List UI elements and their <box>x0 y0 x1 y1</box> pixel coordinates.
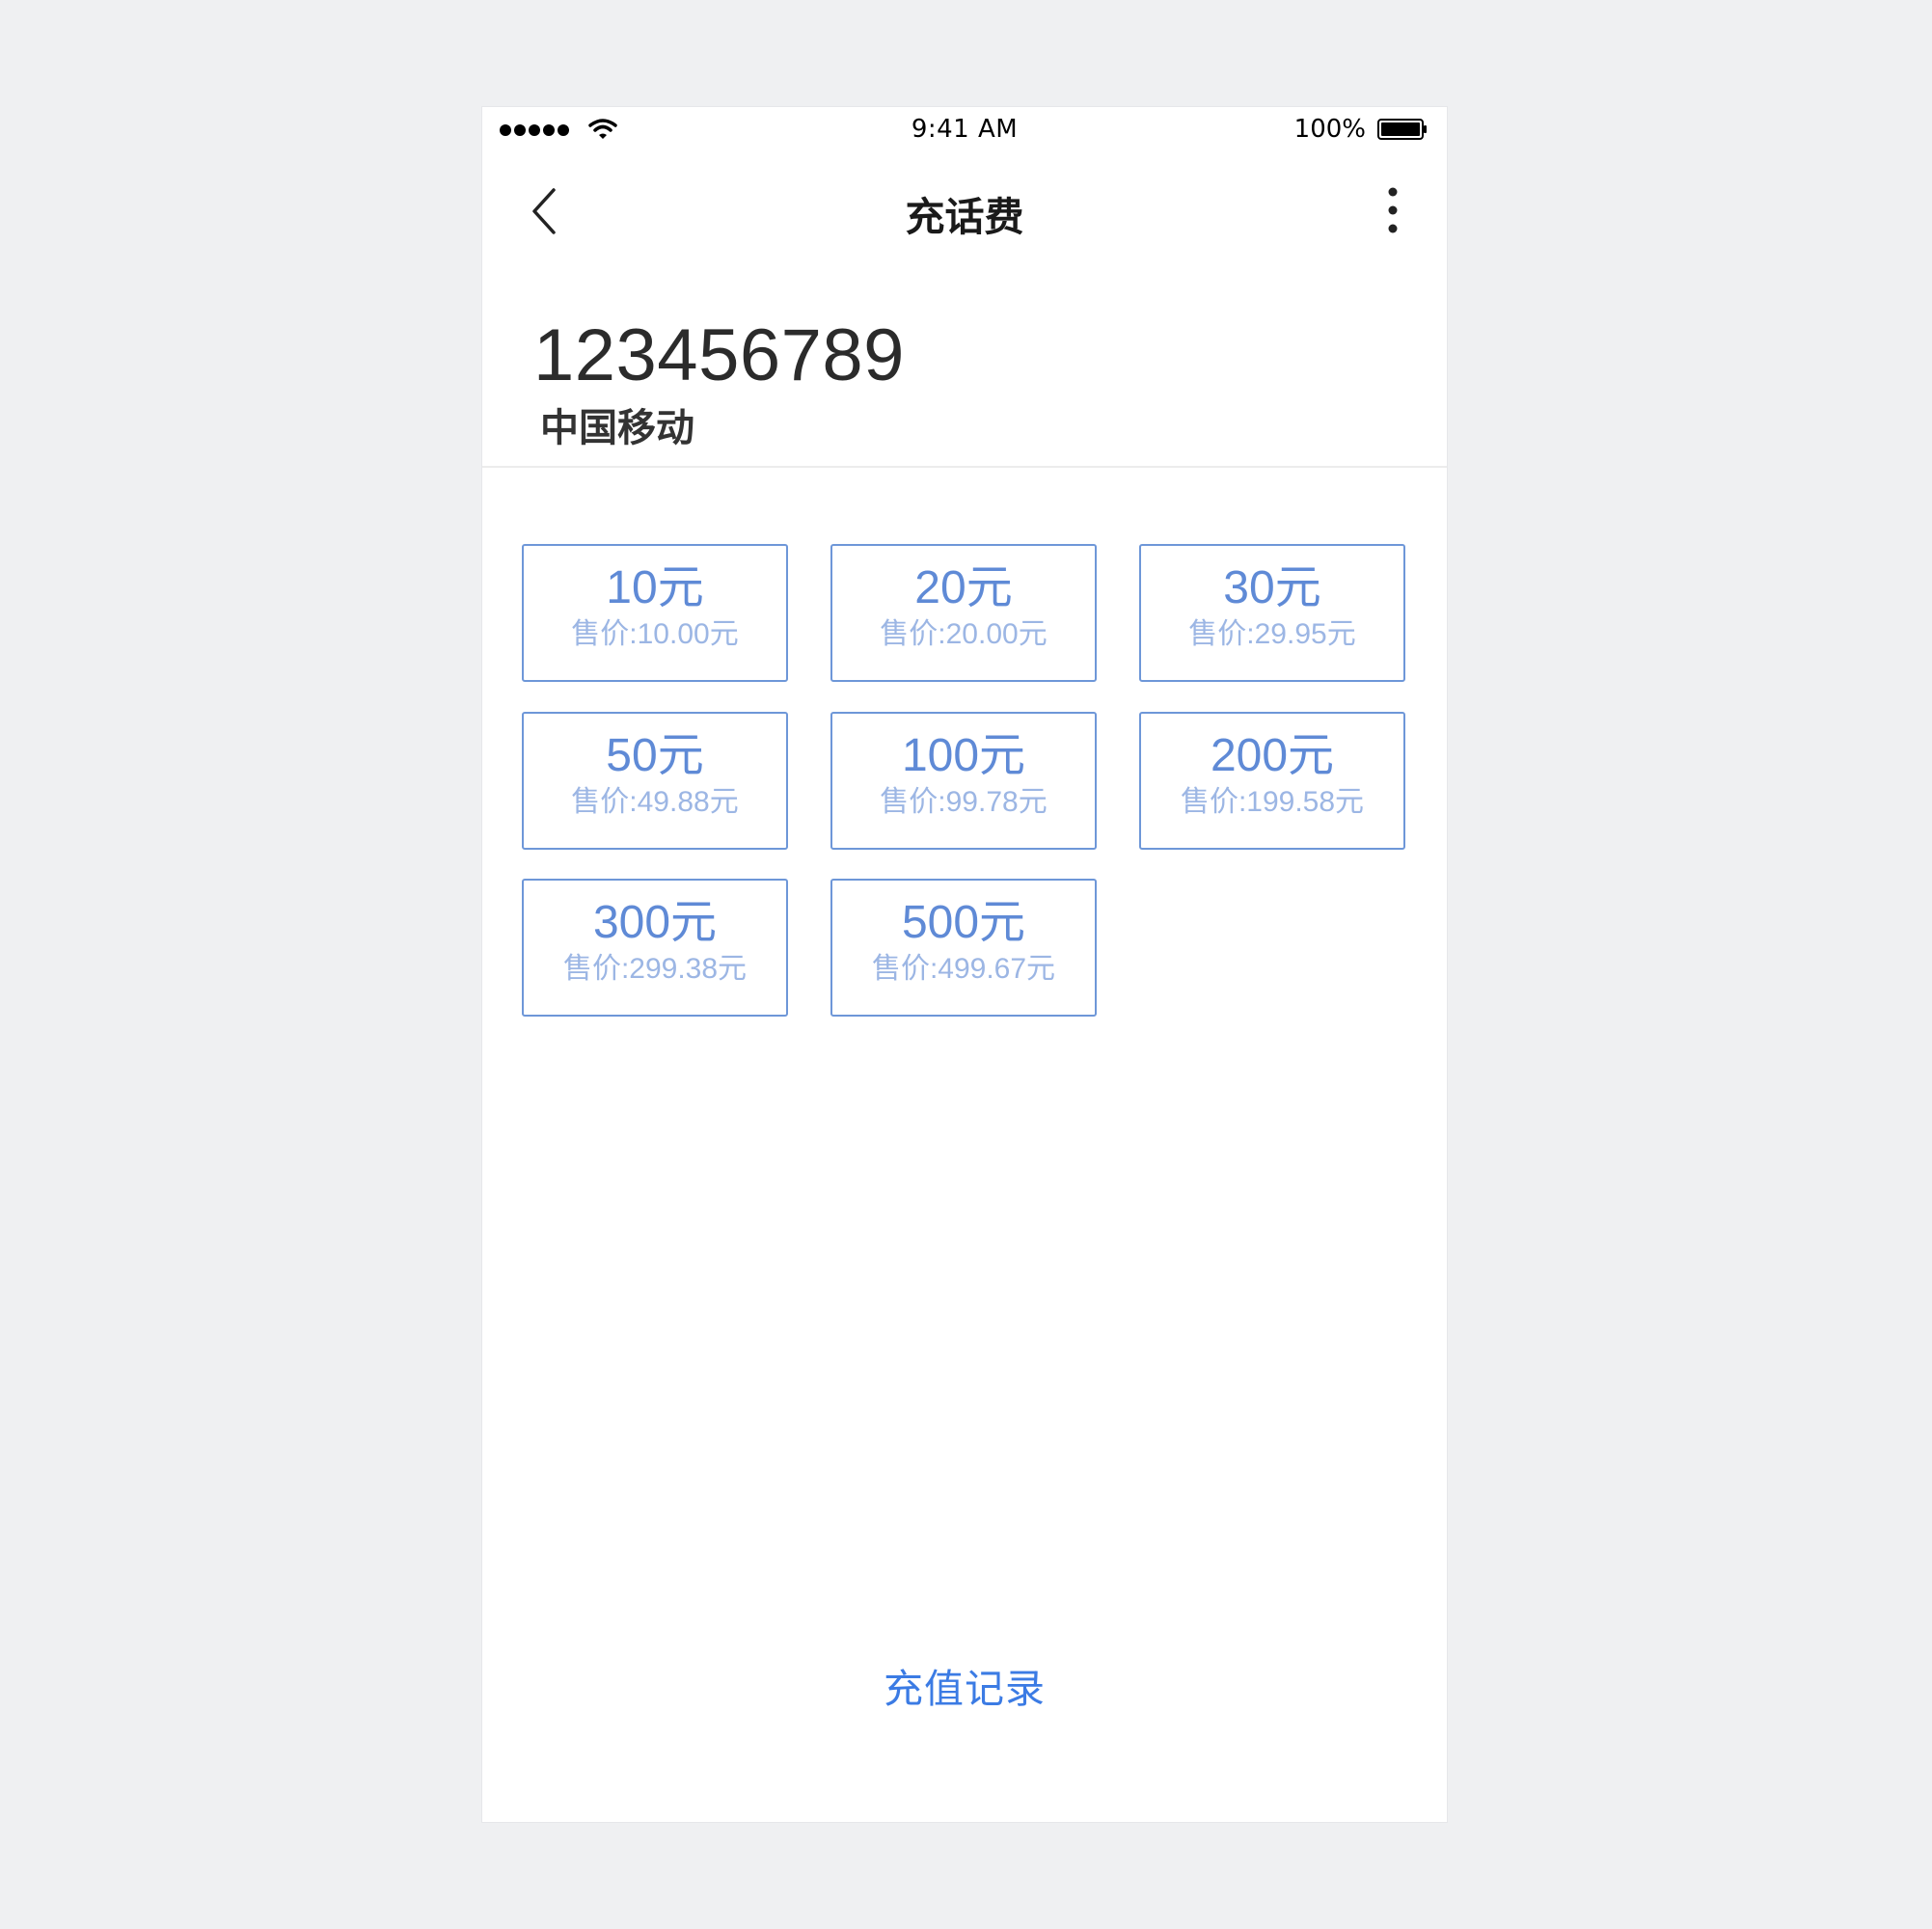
plan-sale-price: 售价:499.67元 <box>871 953 1056 985</box>
plan-option[interactable]: 50元 售价:49.88元 <box>522 712 788 850</box>
nav-bar: 充话费 <box>482 153 1447 269</box>
recharge-history-link[interactable]: 充值记录 <box>482 1656 1447 1714</box>
plan-option[interactable]: 20元 售价:20.00元 <box>830 544 1097 682</box>
plan-face-value: 500元 <box>901 897 1026 948</box>
account-header: 123456789 中国移动 <box>482 300 1447 468</box>
plan-option[interactable]: 200元 售价:199.58元 <box>1139 712 1405 850</box>
phone-number: 123456789 <box>533 314 905 396</box>
plan-face-value: 50元 <box>606 730 704 781</box>
plan-face-value: 10元 <box>606 562 704 613</box>
phone-screen: 9:41 AM 100% 充话费 123456789 中国移动 10元 售价:1… <box>482 107 1447 1822</box>
plan-sale-price: 售价:10.00元 <box>571 618 739 650</box>
plan-sale-price: 售价:199.58元 <box>1180 786 1365 818</box>
plan-option[interactable]: 30元 售价:29.95元 <box>1139 544 1405 682</box>
plan-sale-price: 售价:20.00元 <box>880 618 1048 650</box>
plan-sale-price: 售价:29.95元 <box>1188 618 1356 650</box>
plan-face-value: 200元 <box>1210 730 1335 781</box>
plan-sale-price: 售价:299.38元 <box>562 953 748 985</box>
plan-face-value: 30元 <box>1223 562 1321 613</box>
plan-face-value: 300元 <box>592 897 718 948</box>
more-vertical-icon[interactable] <box>1383 186 1402 234</box>
battery-icon <box>1377 119 1427 140</box>
plan-face-value: 20元 <box>914 562 1013 613</box>
page-title: 充话费 <box>905 194 1024 240</box>
plan-sale-price: 售价:49.88元 <box>571 786 739 818</box>
carrier-name: 中国移动 <box>540 406 694 450</box>
status-bar: 9:41 AM 100% <box>482 107 1447 153</box>
plan-option[interactable]: 10元 售价:10.00元 <box>522 544 788 682</box>
plan-option[interactable]: 300元 售价:299.38元 <box>522 879 788 1017</box>
battery-percent: 100% <box>1293 115 1366 144</box>
plan-option[interactable]: 500元 售价:499.67元 <box>830 879 1097 1017</box>
plan-option[interactable]: 100元 售价:99.78元 <box>830 712 1097 850</box>
plan-sale-price: 售价:99.78元 <box>880 786 1048 818</box>
plan-face-value: 100元 <box>901 730 1026 781</box>
